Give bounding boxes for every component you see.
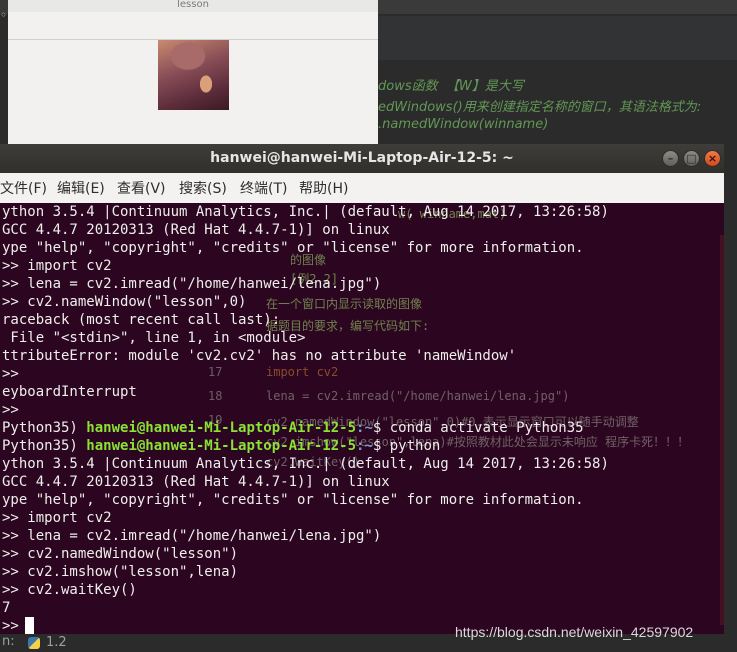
prompt-path: :~ — [356, 438, 373, 454]
conda-env: Python35) — [2, 420, 87, 436]
terminal-line: >> cv2.imshow("lesson",lena) — [2, 564, 239, 580]
terminal-line: >> cv2.waitKey() — [2, 582, 137, 598]
ide-comment-line: dows函数 【W】是大写 — [378, 79, 524, 94]
terminal-line: >> lena = cv2.imread("/home/hanwei/lena.… — [2, 276, 382, 292]
ghost-line-number: 18 — [208, 389, 223, 403]
ide-comment-line: .namedWindow(winname) — [378, 117, 549, 132]
terminal-line: 7 — [2, 600, 11, 616]
maximize-button[interactable]: □ — [683, 150, 700, 167]
terminal-line: >> import cv2 — [2, 258, 112, 274]
ide-editor-header — [378, 16, 737, 60]
python-version[interactable]: 1.2 — [46, 635, 67, 650]
terminal-title: hanwei@hanwei-Mi-Laptop-Air-12-5: ~ — [210, 150, 514, 166]
terminal-line: ype "help", "copyright", "credits" or "l… — [2, 492, 584, 508]
menu-terminal[interactable]: 终端(T) — [240, 173, 287, 203]
prompt-userhost: hanwei@hanwei-Mi-Laptop-Air-12-5 — [86, 420, 357, 436]
terminal-line: ype "help", "copyright", "credits" or "l… — [2, 240, 584, 256]
terminal-line: eyboardInterrupt — [2, 384, 137, 400]
menu-file[interactable]: 文件(F) — [0, 173, 47, 203]
ghost-code: lena = cv2.imread("/home/hanwei/lena.jpg… — [266, 389, 570, 403]
watermark: https://blog.csdn.net/weixin_42597902 — [455, 624, 694, 640]
close-button[interactable]: × — [704, 150, 721, 167]
terminal-prompt-line: Python35) hanwei@hanwei-Mi-Laptop-Air-12… — [2, 419, 584, 437]
ghost-text: 在一个窗口内显示读取的图像 — [266, 297, 423, 311]
text-cursor — [24, 617, 34, 634]
terminal-menubar: 文件(F) 编辑(E) 查看(V) 搜索(S) 终端(T) 帮助(H) — [0, 173, 724, 203]
prompt-command: $ conda activate Python35 — [372, 420, 584, 436]
terminal-line: >> lena = cv2.imread("/home/hanwei/lena.… — [2, 528, 382, 544]
terminal-line: ttributeError: module 'cv2.cv2' has no a… — [2, 348, 517, 364]
terminal-line: GCC 4.4.7 20120313 (Red Hat 4.4.7-1)] on… — [2, 474, 390, 490]
terminal-line: ython 3.5.4 |Continuum Analytics, Inc.| … — [2, 204, 609, 220]
terminal-line: File "<stdin>", line 1, in <module> — [2, 330, 306, 346]
terminal-prompt-line: Python35) hanwei@hanwei-Mi-Laptop-Air-12… — [2, 437, 440, 455]
terminal-titlebar[interactable]: hanwei@hanwei-Mi-Laptop-Air-12-5: ~ – □ … — [0, 144, 724, 173]
ghost-line-number: 17 — [208, 365, 223, 379]
prompt-path: :~ — [356, 420, 373, 436]
terminal-line: ython 3.5.4 |Continuum Analytics, Inc.| … — [2, 456, 609, 472]
terminal-line: >> — [2, 366, 19, 382]
lena-image — [158, 40, 229, 110]
terminal-line: >> cv2.namedWindow("lesson") — [2, 546, 239, 562]
ide-side-glyph: ◦ — [0, 8, 8, 22]
terminal-line: >> cv2.nameWindow("lesson",0) — [2, 294, 247, 310]
ghost-code: import cv2 — [266, 365, 339, 379]
terminal-current-line[interactable]: >> — [2, 617, 34, 634]
prompt-userhost: hanwei@hanwei-Mi-Laptop-Air-12-5 — [86, 438, 357, 454]
terminal-line: GCC 4.4.7 20120313 (Red Hat 4.4.7-1)] on… — [2, 222, 390, 238]
menu-help[interactable]: 帮助(H) — [299, 173, 348, 203]
image-window[interactable]: lesson — [8, 0, 378, 146]
terminal-line: >> — [2, 402, 19, 418]
prompt-command: $ python — [372, 438, 441, 454]
image-window-title: lesson — [8, 0, 378, 12]
menu-search[interactable]: 搜索(S) — [179, 173, 227, 203]
minimize-button[interactable]: – — [662, 150, 679, 167]
ide-status-glyph: n: — [2, 634, 15, 649]
menu-edit[interactable]: 编辑(E) — [57, 173, 105, 203]
python-icon — [28, 637, 40, 649]
conda-env: Python35) — [2, 438, 87, 454]
menu-view[interactable]: 查看(V) — [117, 173, 166, 203]
current-prompt: >> — [2, 618, 19, 634]
terminal-line: raceback (most recent call last): — [2, 312, 281, 328]
terminal-output[interactable]: w( winname,mat) 的图像 [例2.2] 在一个窗口内显示读取的图像… — [0, 203, 724, 634]
terminal-window[interactable]: hanwei@hanwei-Mi-Laptop-Air-12-5: ~ – □ … — [0, 144, 724, 634]
ide-comment-line: edWindows()用来创建指定名称的窗口，其语法格式为: — [378, 100, 702, 115]
terminal-line: >> import cv2 — [2, 510, 112, 526]
